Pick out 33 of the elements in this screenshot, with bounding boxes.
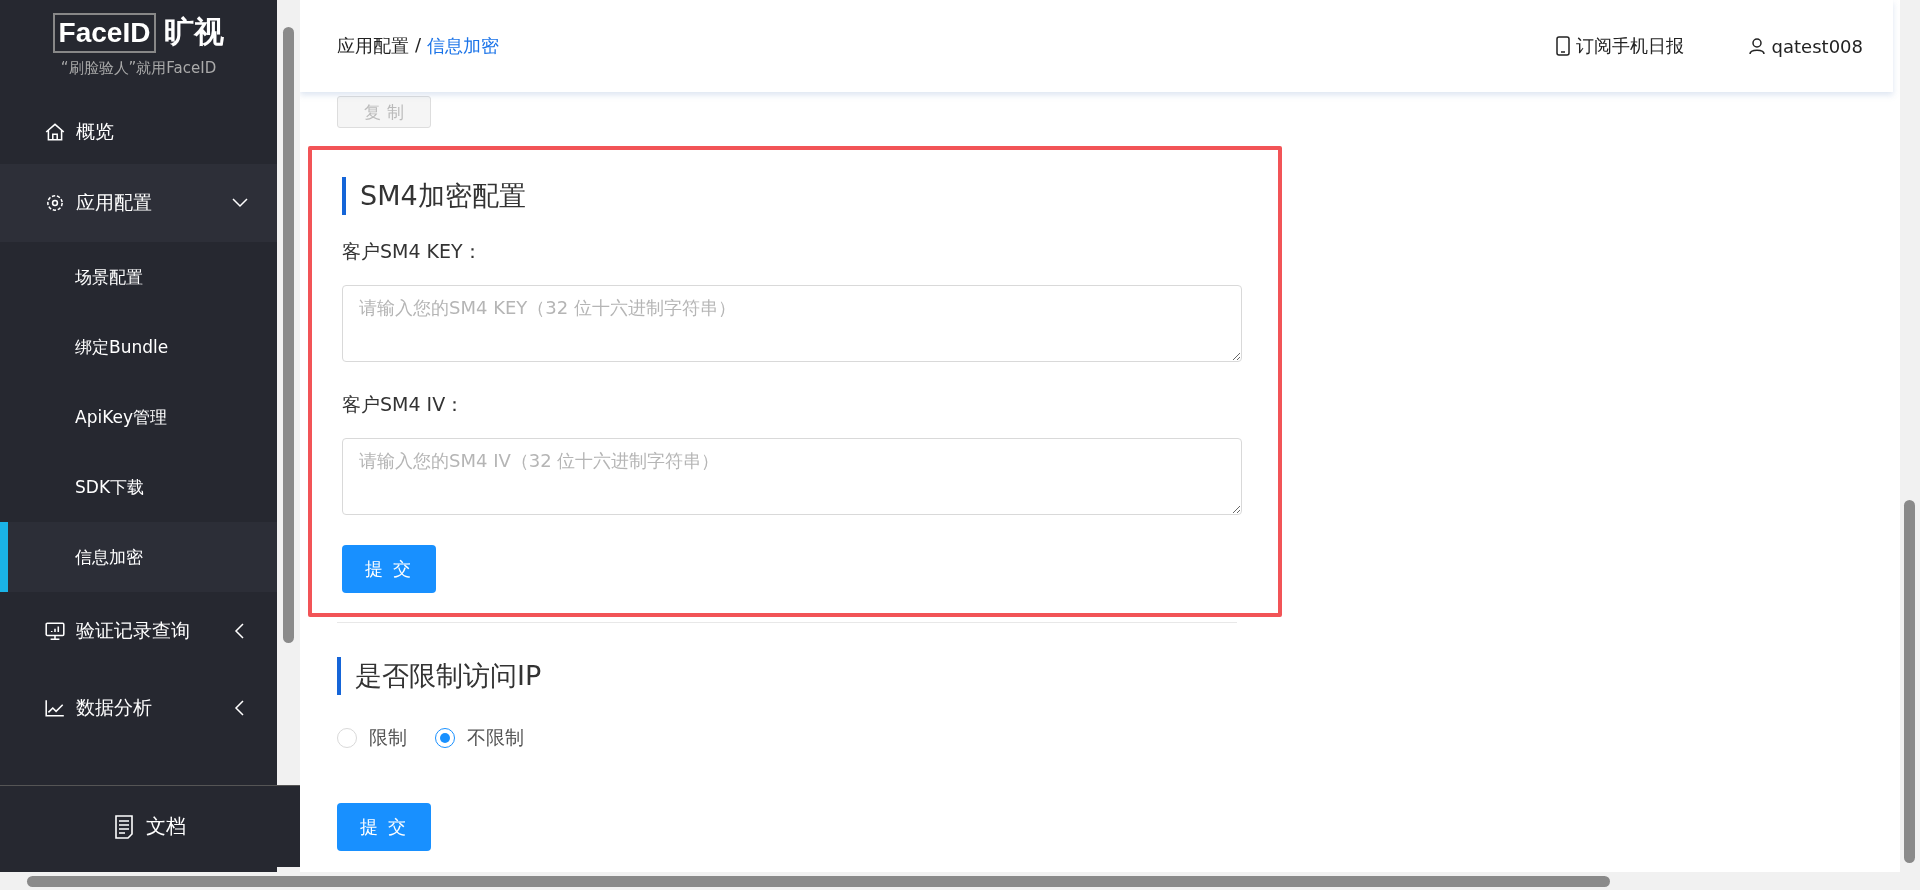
docs-button[interactable]: 文档 — [0, 785, 300, 867]
section-title: SM4加密配置 — [342, 177, 1248, 215]
sidebar-subitem[interactable]: ApiKey管理 — [0, 382, 277, 452]
radio-label[interactable]: 不限制 — [467, 725, 524, 751]
sidebar-item[interactable]: 概览 — [0, 100, 277, 164]
scrollbar[interactable] — [1900, 0, 1920, 872]
phone-icon — [1555, 36, 1570, 56]
field-label: 客户SM4 IV： — [342, 392, 466, 417]
sidebar-item[interactable]: 应用配置 — [0, 164, 277, 242]
tagline: “刷脸验人”就用FaceID — [60, 59, 217, 78]
user-name[interactable]: qatest008 — [1771, 35, 1863, 57]
radio-label[interactable]: 限制 — [369, 725, 407, 751]
subscribe-link[interactable]: 订阅手机日报 — [1575, 34, 1684, 58]
home-icon — [44, 121, 66, 143]
sidebar-subitem[interactable]: 信息加密 — [0, 522, 277, 592]
input-field[interactable]: 请输入您的SM4 IV（32 位十六进制字符串） — [342, 438, 1242, 515]
sidebar-subitem[interactable]: 场景配置 — [0, 242, 277, 312]
sidebar-item[interactable]: 数据分析 — [0, 669, 277, 746]
scrollbar[interactable] — [0, 872, 1920, 890]
field-label: 客户SM4 KEY： — [342, 239, 483, 264]
gear-icon — [44, 192, 66, 214]
logo-text: 旷视 — [164, 13, 225, 51]
breadcrumb-separator: / — [415, 34, 422, 57]
scrollbar[interactable] — [277, 0, 300, 872]
sidebar-subitem[interactable]: SDK下载 — [0, 452, 277, 522]
breadcrumb-item[interactable]: 应用配置 — [337, 34, 409, 58]
user-icon — [1747, 37, 1766, 55]
input-field[interactable]: 请输入您的SM4 KEY（32 位十六进制字符串） — [342, 285, 1242, 362]
sidebar-item[interactable]: 验证记录查询 — [0, 592, 277, 669]
sidebar-subitem[interactable]: 绑定Bundle — [0, 312, 277, 382]
breadcrumb-item: 信息加密 — [427, 34, 500, 58]
logo-text: FaceID — [52, 12, 157, 53]
document-icon — [114, 814, 134, 839]
